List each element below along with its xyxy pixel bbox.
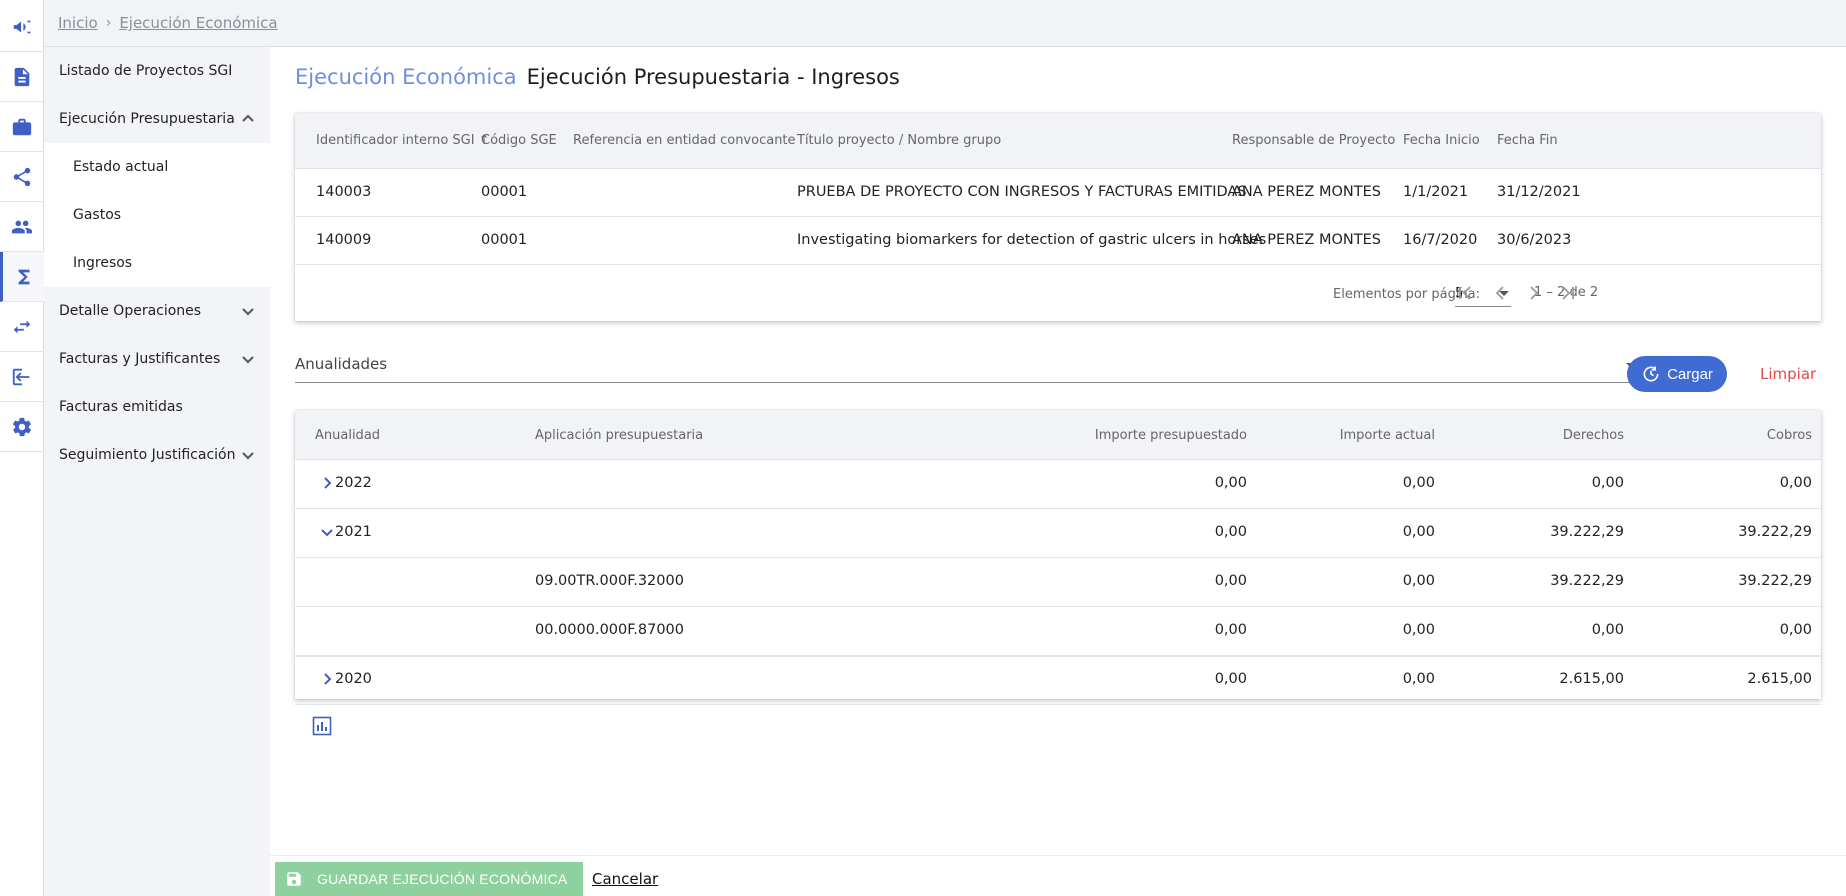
sidebar-item-listado-proyectos[interactable]: Listado de Proyectos SGI <box>44 47 270 95</box>
sidebar-item-facturas-justificantes[interactable]: Facturas y Justificantes <box>44 335 270 383</box>
save-button[interactable]: GUARDAR EJECUCIÓN ECONÓMICA <box>275 862 583 896</box>
cargar-button[interactable]: Cargar <box>1627 356 1727 392</box>
sigma-icon[interactable] <box>0 252 44 302</box>
icon-rail <box>0 0 44 896</box>
table-header: Anualidad Aplicación presupuestaria Impo… <box>295 410 1821 460</box>
sidebar-item-ingresos[interactable]: Ingresos <box>44 239 270 287</box>
column-header-codigo[interactable]: Código SGE <box>481 133 557 148</box>
column-header-importe-actual[interactable]: Importe actual <box>1340 428 1435 443</box>
column-header-importe-presupuestado[interactable]: Importe presupuestado <box>1095 428 1247 443</box>
anualidades-select[interactable]: Anualidades <box>295 355 1640 383</box>
sidebar-item-ejecucion-presupuestaria[interactable]: Ejecución Presupuestaria <box>44 95 270 143</box>
column-header-referencia[interactable]: Referencia en entidad convocante <box>573 133 796 148</box>
reload-icon <box>1643 366 1659 382</box>
column-header-titulo[interactable]: Título proyecto / Nombre grupo <box>797 133 1001 148</box>
projects-table: Identificador interno SGI ↑ Código SGE Re… <box>295 113 1821 321</box>
table-row[interactable]: 00.0000.000F.87000 0,00 0,00 0,00 0,00 <box>295 607 1821 656</box>
sidebar-item-facturas-emitidas[interactable]: Facturas emitidas <box>44 383 270 431</box>
group-icon[interactable] <box>0 202 44 252</box>
action-bar: GUARDAR EJECUCIÓN ECONÓMICA Cancelar <box>270 855 1846 896</box>
breadcrumb: Inicio › Ejecución Económica <box>44 0 1846 47</box>
chevron-right-icon[interactable] <box>319 671 335 687</box>
chevron-down-icon <box>240 351 256 367</box>
column-header-aplicacion[interactable]: Aplicación presupuestaria <box>535 428 703 443</box>
column-header-cobros[interactable]: Cobros <box>1767 428 1812 443</box>
table-row[interactable]: 2020 0,00 0,00 2.615,00 2.615,00 <box>295 656 1821 705</box>
sidebar-item-estado-actual[interactable]: Estado actual <box>44 143 270 191</box>
share-icon[interactable] <box>0 152 44 202</box>
bar-chart-icon[interactable] <box>312 716 332 736</box>
paginator: Elementos por página: 5 1 – 2 de 2 <box>295 265 1821 321</box>
table-row[interactable]: 09.00TR.000F.32000 0,00 0,00 39.222,29 3… <box>295 558 1821 607</box>
chevron-up-icon <box>240 111 256 127</box>
page-subtitle: Ejecución Presupuestaria - Ingresos <box>526 65 900 89</box>
breadcrumb-current-link[interactable]: Ejecución Económica <box>119 14 277 32</box>
megaphone-icon[interactable] <box>0 2 44 52</box>
chevron-down-icon[interactable] <box>319 524 335 540</box>
column-header-derechos[interactable]: Derechos <box>1563 428 1624 443</box>
chevron-right-icon: › <box>105 15 112 31</box>
last-page-icon[interactable] <box>1556 281 1580 305</box>
page-section-title: Ejecución Económica <box>295 65 517 89</box>
briefcase-icon[interactable] <box>0 102 44 152</box>
save-icon <box>287 872 301 886</box>
chevron-down-icon <box>240 303 256 319</box>
sidebar: Listado de Proyectos SGI Ejecución Presu… <box>44 47 270 896</box>
transfer-icon[interactable] <box>0 302 44 352</box>
limpiar-button[interactable]: Limpiar <box>1760 365 1816 383</box>
chevron-down-icon <box>240 447 256 463</box>
next-page-icon[interactable] <box>1522 281 1546 305</box>
breadcrumb-home-link[interactable]: Inicio <box>58 14 98 32</box>
column-header-anualidad[interactable]: Anualidad <box>315 428 380 443</box>
gear-icon[interactable] <box>0 402 44 452</box>
column-header-fecha-fin[interactable]: Fecha Fin <box>1497 133 1558 148</box>
table-header: Identificador interno SGI ↑ Código SGE Re… <box>295 113 1821 169</box>
sidebar-item-detalle-operaciones[interactable]: Detalle Operaciones <box>44 287 270 335</box>
table-footer <box>295 705 1821 748</box>
cancel-button[interactable]: Cancelar <box>592 870 658 888</box>
document-icon[interactable] <box>0 52 44 102</box>
column-header-fecha-inicio[interactable]: Fecha Inicio <box>1403 133 1480 148</box>
table-row[interactable]: 2022 0,00 0,00 0,00 0,00 <box>295 460 1821 509</box>
first-page-icon[interactable] <box>1453 281 1477 305</box>
sidebar-item-seguimiento-justificacion[interactable]: Seguimiento Justificación <box>44 431 270 479</box>
logout-icon[interactable] <box>0 352 44 402</box>
column-header-responsable[interactable]: Responsable de Proyecto <box>1232 133 1395 148</box>
previous-page-icon[interactable] <box>1488 281 1512 305</box>
sidebar-item-gastos[interactable]: Gastos <box>44 191 270 239</box>
table-row[interactable]: 140009 00001 Investigating biomarkers fo… <box>295 217 1821 265</box>
column-header-id[interactable]: Identificador interno SGI ↑ <box>316 133 489 148</box>
table-row[interactable]: 2021 0,00 0,00 39.222,29 39.222,29 <box>295 509 1821 558</box>
table-row[interactable]: 140003 00001 PRUEBA DE PROYECTO CON INGR… <box>295 169 1821 217</box>
chevron-right-icon[interactable] <box>319 475 335 491</box>
page-title: Ejecución Económica Ejecución Presupuest… <box>295 65 900 89</box>
